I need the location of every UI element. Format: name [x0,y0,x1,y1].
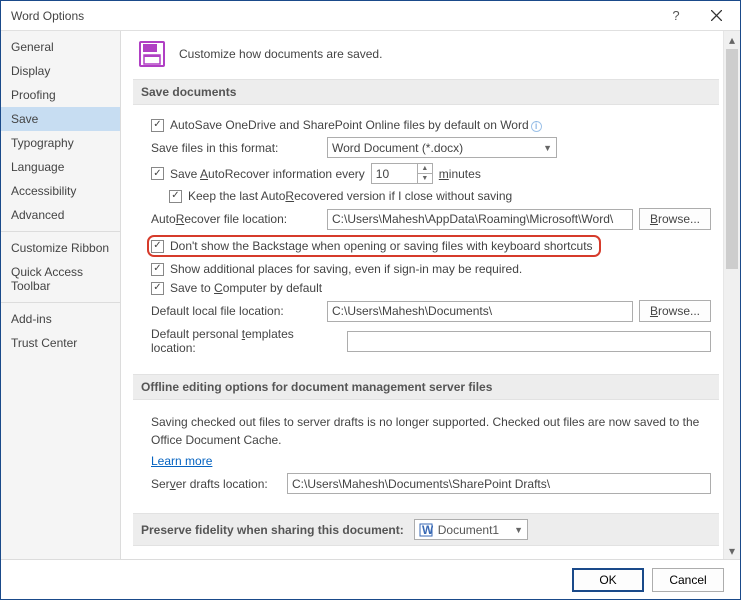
titlebar: Word Options ? [1,1,740,31]
save-format-label: Save files in this format: [151,141,321,155]
local-location-label: Default local file location: [151,304,321,318]
keep-last-autorecover-label: Keep the last AutoRecovered version if I… [188,189,512,203]
page-header-text: Customize how documents are saved. [179,47,382,61]
save-to-computer-checkbox[interactable] [151,282,164,295]
autosave-label: AutoSave OneDrive and SharePoint Online … [170,118,542,132]
server-drafts-input[interactable] [287,473,711,494]
dont-show-backstage-label: Don't show the Backstage when opening or… [170,239,593,253]
sidebar-item-typography[interactable]: Typography [1,131,120,155]
sidebar-item-trust-center[interactable]: Trust Center [1,331,120,355]
scroll-down-arrow[interactable]: ▾ [724,542,740,559]
close-button[interactable] [696,3,736,29]
dont-show-backstage-checkbox[interactable] [151,240,164,253]
autosave-checkbox[interactable] [151,119,164,132]
minutes-label: minutes [439,167,481,181]
keep-last-autorecover-checkbox[interactable] [169,190,182,203]
sidebar-item-accessibility[interactable]: Accessibility [1,179,120,203]
svg-text:W: W [422,523,433,537]
sidebar-item-display[interactable]: Display [1,59,120,83]
vertical-scrollbar[interactable]: ▴ ▾ [723,31,740,559]
section-title: Offline editing options for document man… [133,374,719,400]
autorecover-location-label: AutoRecover file location: [151,212,321,226]
templates-location-input[interactable] [347,331,711,352]
sidebar-item-language[interactable]: Language [1,155,120,179]
scroll-up-arrow[interactable]: ▴ [724,31,740,48]
autorecover-minutes-spinner[interactable]: 10 ▲▼ [371,163,433,184]
server-drafts-label: Server drafts location: [151,477,281,491]
section-title-row: Preserve fidelity when sharing this docu… [133,513,719,546]
autorecover-label: Save AutoRecover information every [170,167,365,181]
sidebar-item-save[interactable]: Save [1,107,120,131]
highlight-box: Don't show the Backstage when opening or… [147,235,601,257]
section-preserve-fidelity: Preserve fidelity when sharing this docu… [133,513,719,559]
save-format-select[interactable]: Word Document (*.docx) ▼ [327,137,557,158]
save-page-icon [137,39,167,69]
dialog-footer: OK Cancel [1,559,740,599]
sidebar-divider [1,302,120,303]
content-wrap: Customize how documents are saved. Save … [121,31,740,559]
fidelity-document-value: Document1 [438,523,499,537]
save-format-value: Word Document (*.docx) [332,141,463,155]
page-header: Customize how documents are saved. [137,39,719,69]
save-to-computer-label: Save to Computer by default [170,281,322,295]
chevron-down-icon: ▼ [514,525,523,535]
ok-button[interactable]: OK [572,568,644,592]
scroll-thumb[interactable] [726,49,738,269]
dialog-body: General Display Proofing Save Typography… [1,31,740,559]
autorecover-checkbox[interactable] [151,167,164,180]
window-title: Word Options [11,9,84,23]
cancel-button[interactable]: Cancel [652,568,724,592]
help-button[interactable]: ? [662,8,690,23]
sidebar-item-proofing[interactable]: Proofing [1,83,120,107]
section-title: Save documents [133,79,719,105]
sidebar: General Display Proofing Save Typography… [1,31,121,559]
window-controls: ? [662,3,736,29]
section-save-documents: Save documents AutoSave OneDrive and Sha… [133,79,719,368]
show-additional-places-label: Show additional places for saving, even … [170,262,522,276]
sidebar-item-qat[interactable]: Quick Access Toolbar [1,260,120,298]
autorecover-browse-button[interactable]: Browse... [639,208,711,230]
fidelity-document-select[interactable]: W Document1 ▼ [414,519,528,540]
offline-blurb: Saving checked out files to server draft… [151,413,711,449]
content: Customize how documents are saved. Save … [121,31,723,559]
word-doc-icon: W [419,523,433,537]
sidebar-item-customize-ribbon[interactable]: Customize Ribbon [1,236,120,260]
local-location-input[interactable] [327,301,633,322]
sidebar-item-general[interactable]: General [1,35,120,59]
chevron-down-icon: ▼ [543,143,552,153]
autorecover-minutes-value: 10 [371,163,417,184]
section-offline-editing: Offline editing options for document man… [133,374,719,507]
autorecover-location-input[interactable] [327,209,633,230]
sidebar-item-addins[interactable]: Add-ins [1,307,120,331]
word-options-dialog: Word Options ? General Display Proofing … [0,0,741,600]
spinner-down[interactable]: ▼ [418,174,432,183]
sidebar-divider [1,231,120,232]
learn-more-link[interactable]: Learn more [151,454,212,468]
show-additional-places-checkbox[interactable] [151,263,164,276]
local-location-browse-button[interactable]: Browse... [639,300,711,322]
sidebar-item-advanced[interactable]: Advanced [1,203,120,227]
info-icon[interactable]: i [531,121,542,132]
section-title: Preserve fidelity when sharing this docu… [141,523,404,537]
templates-location-label: Default personal templates location: [151,327,341,355]
spinner-up[interactable]: ▲ [418,164,432,174]
close-icon [711,10,722,21]
